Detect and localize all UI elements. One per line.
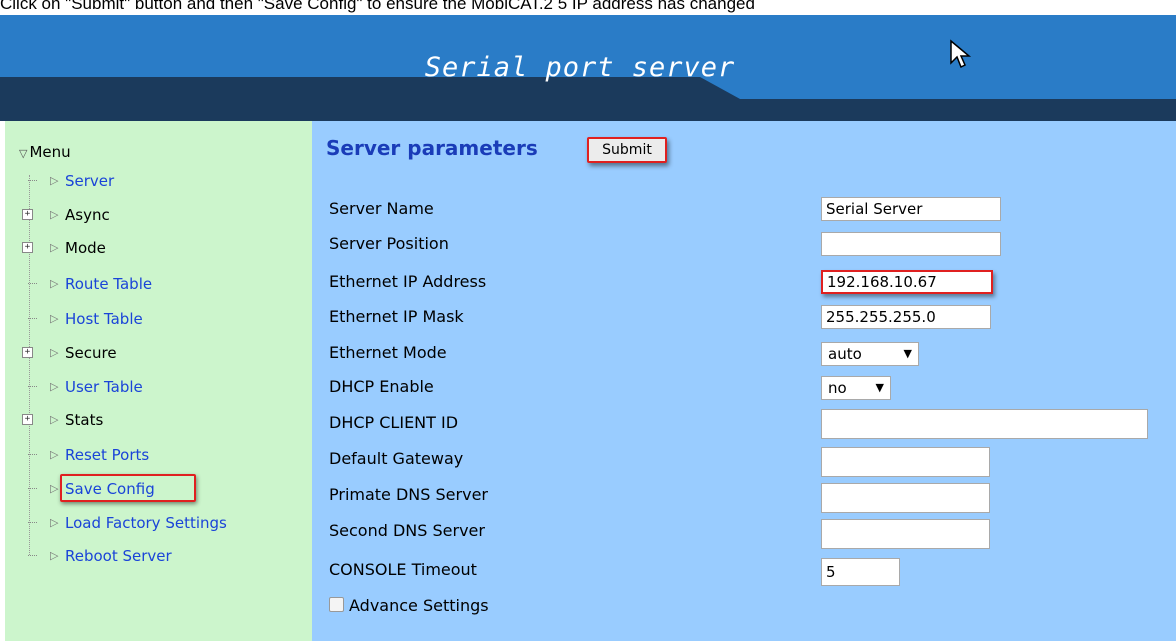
tree-branch (25, 308, 37, 330)
sidebar-item-label[interactable]: Reboot Server (65, 545, 172, 567)
ethernet-mode-select[interactable]: auto ▼ (821, 342, 919, 366)
triangle-right-icon: ▷ (50, 312, 59, 325)
console-timeout-label: CONSOLE Timeout (329, 560, 477, 579)
sidebar-item-user-table[interactable]: ▷ User Table (5, 376, 305, 398)
tree-branch (25, 545, 37, 567)
sidebar-item-stats[interactable]: + ▷ Stats (5, 409, 305, 431)
advance-settings-toggle[interactable]: Advance Settings (329, 596, 489, 615)
dhcp-enable-row: DHCP Enable no ▼ (329, 375, 1169, 401)
dhcp-enable-value: no (828, 379, 847, 397)
advance-settings-label: Advance Settings (349, 596, 489, 615)
plus-box-icon[interactable]: + (22, 242, 33, 253)
sidebar-item-label[interactable]: User Table (65, 376, 143, 398)
primary-dns-label: Primate DNS Server (329, 485, 488, 504)
sidebar-item-secure[interactable]: + ▷ Secure (5, 342, 305, 364)
sidebar-item-label[interactable]: Mode (65, 237, 106, 259)
triangle-right-icon: ▷ (50, 380, 59, 393)
server-name-row: Server Name (329, 197, 1169, 223)
submit-button[interactable]: Submit (587, 137, 667, 163)
sidebar-item-reboot-server[interactable]: ▷ Reboot Server (5, 545, 305, 567)
tree-branch (25, 478, 37, 500)
main-panel: Server parameters Submit Server Name Ser… (312, 121, 1176, 641)
second-dns-label: Second DNS Server (329, 521, 485, 540)
default-gateway-field[interactable] (821, 447, 990, 477)
triangle-right-icon: ▷ (50, 208, 59, 221)
server-position-field[interactable] (821, 232, 1001, 256)
dhcp-client-id-label: DHCP CLIENT ID (329, 413, 459, 432)
sidebar-item-label[interactable]: Secure (65, 342, 117, 364)
default-gateway-row: Default Gateway (329, 447, 1169, 477)
mouse-pointer-icon (950, 39, 972, 69)
tree-branch (25, 273, 37, 295)
sidebar-item-reset-ports[interactable]: ▷ Reset Ports (5, 444, 305, 466)
menu-root[interactable]: ▽ Menu (19, 143, 71, 161)
tree-branch (25, 376, 37, 398)
triangle-right-icon: ▷ (50, 448, 59, 461)
triangle-right-icon: ▷ (50, 516, 59, 529)
sidebar-item-label[interactable]: Stats (65, 409, 103, 431)
plus-box-icon[interactable]: + (22, 414, 33, 425)
instruction-text: Click on "Submit" button and then "Save … (0, 0, 755, 13)
dhcp-enable-select[interactable]: no ▼ (821, 376, 891, 400)
caret-down-icon: ▼ (903, 347, 912, 360)
sidebar-item-label[interactable]: Server (65, 170, 114, 192)
sidebar-item-host-table[interactable]: ▷ Host Table (5, 308, 305, 330)
tree-branch (25, 170, 37, 192)
sidebar-item-load-factory-settings[interactable]: ▷ Load Factory Settings (5, 512, 305, 534)
ip-mask-label: Ethernet IP Mask (329, 307, 464, 326)
ethernet-mode-row: Ethernet Mode auto ▼ (329, 341, 1169, 367)
sidebar-item-save-config[interactable]: ▷ Save Config (5, 478, 305, 500)
ip-address-row: Ethernet IP Address (329, 270, 1169, 296)
triangle-right-icon: ▷ (50, 413, 59, 426)
plus-box-icon[interactable]: + (22, 209, 33, 220)
primary-dns-field[interactable] (821, 483, 990, 513)
primary-dns-row: Primate DNS Server (329, 483, 1169, 513)
ip-mask-field[interactable] (821, 305, 991, 329)
triangle-right-icon: ▷ (50, 549, 59, 562)
console-timeout-row: CONSOLE Timeout (329, 558, 1169, 586)
sidebar-item-async[interactable]: + ▷ Async (5, 204, 305, 226)
server-position-row: Server Position (329, 232, 1169, 258)
banner-title: Serial port server (424, 52, 736, 83)
triangle-right-icon: ▷ (50, 277, 59, 290)
sidebar-menu: ▽ Menu ▷ Server + ▷ Async + ▷ Mode ▷ Rout… (5, 121, 312, 641)
sidebar-item-label[interactable]: Reset Ports (65, 444, 149, 466)
ip-address-field[interactable] (821, 270, 993, 294)
menu-root-label: Menu (29, 143, 71, 161)
ethernet-mode-label: Ethernet Mode (329, 343, 447, 362)
ip-mask-row: Ethernet IP Mask (329, 305, 1169, 331)
sidebar-item-server[interactable]: ▷ Server (5, 170, 305, 192)
server-position-label: Server Position (329, 234, 449, 253)
second-dns-field[interactable] (821, 519, 990, 549)
triangle-right-icon: ▷ (50, 241, 59, 254)
ethernet-mode-value: auto (828, 345, 862, 363)
dhcp-client-id-field[interactable] (821, 409, 1148, 439)
header-banner: Serial port server (0, 15, 1176, 121)
ip-address-label: Ethernet IP Address (329, 272, 487, 291)
dhcp-enable-label: DHCP Enable (329, 377, 434, 396)
dhcp-client-id-row: DHCP CLIENT ID (329, 409, 1169, 439)
default-gateway-label: Default Gateway (329, 449, 464, 468)
tree-branch (25, 512, 37, 534)
sidebar-item-label[interactable]: Host Table (65, 308, 143, 330)
server-name-field[interactable] (821, 197, 1001, 221)
triangle-right-icon: ▷ (50, 174, 59, 187)
tree-branch (25, 444, 37, 466)
sidebar-item-label[interactable]: Load Factory Settings (65, 512, 227, 534)
console-timeout-field[interactable] (821, 558, 900, 586)
second-dns-row: Second DNS Server (329, 519, 1169, 549)
page-title: Server parameters (326, 136, 538, 160)
triangle-right-icon: ▷ (50, 482, 59, 495)
sidebar-item-label[interactable]: Async (65, 204, 110, 226)
triangle-down-icon: ▽ (19, 147, 28, 160)
plus-box-icon[interactable]: + (22, 347, 33, 358)
advance-settings-checkbox[interactable] (329, 597, 344, 612)
caret-down-icon: ▼ (875, 381, 884, 394)
sidebar-item-label[interactable]: Route Table (65, 273, 152, 295)
sidebar-item-route-table[interactable]: ▷ Route Table (5, 273, 305, 295)
sidebar-item-mode[interactable]: + ▷ Mode (5, 237, 305, 259)
server-name-label: Server Name (329, 199, 434, 218)
triangle-right-icon: ▷ (50, 346, 59, 359)
sidebar-item-label[interactable]: Save Config (65, 478, 155, 500)
